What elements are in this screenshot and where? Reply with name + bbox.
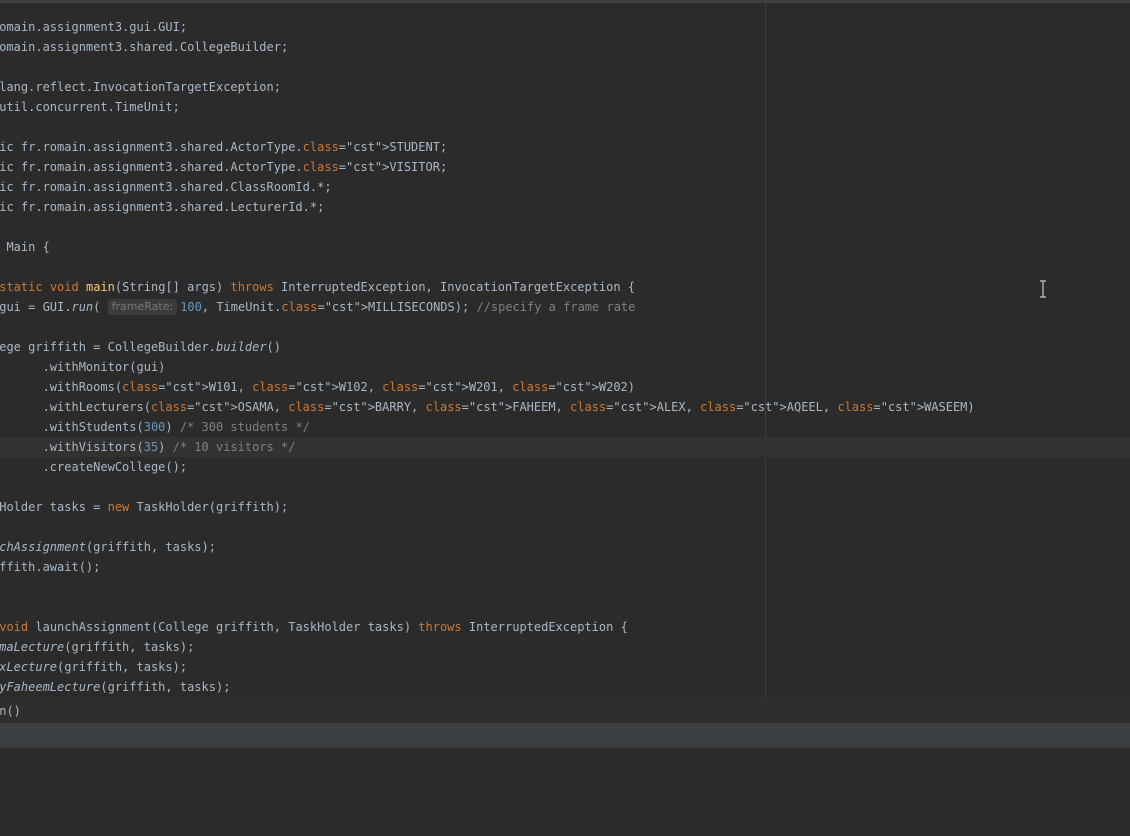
parameter-hint: frameRate: xyxy=(107,299,178,315)
breadcrumb-bar: in() xyxy=(0,697,1130,724)
code-text: tic fr.romain.assignment3.shared.ActorTy… xyxy=(0,160,448,174)
code-line[interactable]: tic fr.romain.assignment3.shared.ClassRo… xyxy=(0,177,332,197)
code-text: .withMonitor(gui) xyxy=(0,360,166,374)
code-text: nchAssignment(griffith, tasks); xyxy=(0,540,216,554)
code-text: ryFaheemLecture(griffith, tasks); xyxy=(0,680,231,694)
code-line[interactable]: nchAssignment(griffith, tasks); xyxy=(0,537,216,557)
code-line[interactable]: s Main { xyxy=(0,237,50,257)
code-line[interactable]: .createNewCollege(); xyxy=(0,457,188,477)
i-beam-cursor-icon xyxy=(1040,280,1046,298)
code-line[interactable]: void launchAssignment(College griffith, … xyxy=(0,617,628,637)
code-text: .withLecturers(class="cst">OSAMA, class=… xyxy=(0,400,975,414)
code-line[interactable]: ryFaheemLecture(griffith, tasks); xyxy=(0,677,230,697)
code-line[interactable]: .withMonitor(gui) xyxy=(0,357,166,377)
code-text: static void main(String[] args) throws I… xyxy=(0,280,636,294)
code-line[interactable]: .util.concurrent.TimeUnit; xyxy=(0,97,180,117)
tool-window-panel xyxy=(0,748,1130,836)
code-line[interactable]: tic fr.romain.assignment3.shared.Lecture… xyxy=(0,197,324,217)
code-text: gui = GUI.run( frameRate: 100, TimeUnit.c… xyxy=(0,299,636,315)
code-line[interactable]: romain.assignment3.gui.GUI; xyxy=(0,17,187,37)
code-text: .withStudents(300) /* 300 students */ xyxy=(0,420,310,434)
code-text: lege griffith = CollegeBuilder.builder() xyxy=(0,340,281,354)
code-text: amaLecture(griffith, tasks); xyxy=(0,640,195,654)
editor-tab-strip-edge xyxy=(0,0,1130,3)
code-text: romain.assignment3.shared.CollegeBuilder… xyxy=(0,40,289,54)
code-line[interactable]: romain.assignment3.shared.CollegeBuilder… xyxy=(0,37,288,57)
code-text: s Main { xyxy=(6,240,50,254)
code-line[interactable]: .withLecturers(class="cst">OSAMA, class=… xyxy=(0,397,975,417)
code-text: tic fr.romain.assignment3.shared.Lecture… xyxy=(0,200,325,214)
code-text: iffith.await(); xyxy=(0,560,101,574)
code-editor[interactable]: romain.assignment3.gui.GUI; romain.assig… xyxy=(0,0,1130,836)
panel-separator xyxy=(0,723,1130,748)
code-text: void launchAssignment(College griffith, … xyxy=(0,620,628,634)
code-line[interactable]: exLecture(griffith, tasks); xyxy=(0,657,187,677)
code-line[interactable]: gui = GUI.run( frameRate: 100, TimeUnit.c… xyxy=(0,297,635,317)
code-line[interactable]: kHolder tasks = new TaskHolder(griffith)… xyxy=(0,497,288,517)
right-margin-guide xyxy=(765,3,766,697)
code-line[interactable]: .withRooms(class="cst">W101, class="cst"… xyxy=(0,377,635,397)
code-line[interactable]: .lang.reflect.InvocationTargetException; xyxy=(0,77,281,97)
code-line[interactable]: tic fr.romain.assignment3.shared.ActorTy… xyxy=(0,137,447,157)
code-text: romain.assignment3.gui.GUI; xyxy=(0,20,188,34)
code-line[interactable]: amaLecture(griffith, tasks); xyxy=(0,637,194,657)
breadcrumb-item[interactable]: in() xyxy=(0,701,21,721)
code-text: exLecture(griffith, tasks); xyxy=(0,660,188,674)
code-text: kHolder tasks = new TaskHolder(griffith)… xyxy=(0,500,289,514)
code-text: tic fr.romain.assignment3.shared.ActorTy… xyxy=(0,140,448,154)
code-text: .lang.reflect.InvocationTargetException; xyxy=(0,80,281,94)
code-text: .createNewCollege(); xyxy=(0,460,188,474)
code-line[interactable]: static void main(String[] args) throws I… xyxy=(0,277,635,297)
code-text: .withVisitors(35) /* 10 visitors */ xyxy=(0,440,296,454)
code-text: .util.concurrent.TimeUnit; xyxy=(0,100,180,114)
code-text: .withRooms(class="cst">W101, class="cst"… xyxy=(0,380,636,394)
code-line[interactable]: lege griffith = CollegeBuilder.builder() xyxy=(0,337,281,357)
code-line[interactable]: iffith.await(); xyxy=(0,557,100,577)
code-line[interactable]: tic fr.romain.assignment3.shared.ActorTy… xyxy=(0,157,447,177)
code-text: tic fr.romain.assignment3.shared.ClassRo… xyxy=(0,180,332,194)
code-line[interactable]: .withStudents(300) /* 300 students */ xyxy=(0,417,310,437)
current-code-line[interactable]: .withVisitors(35) /* 10 visitors */ xyxy=(0,437,1130,457)
